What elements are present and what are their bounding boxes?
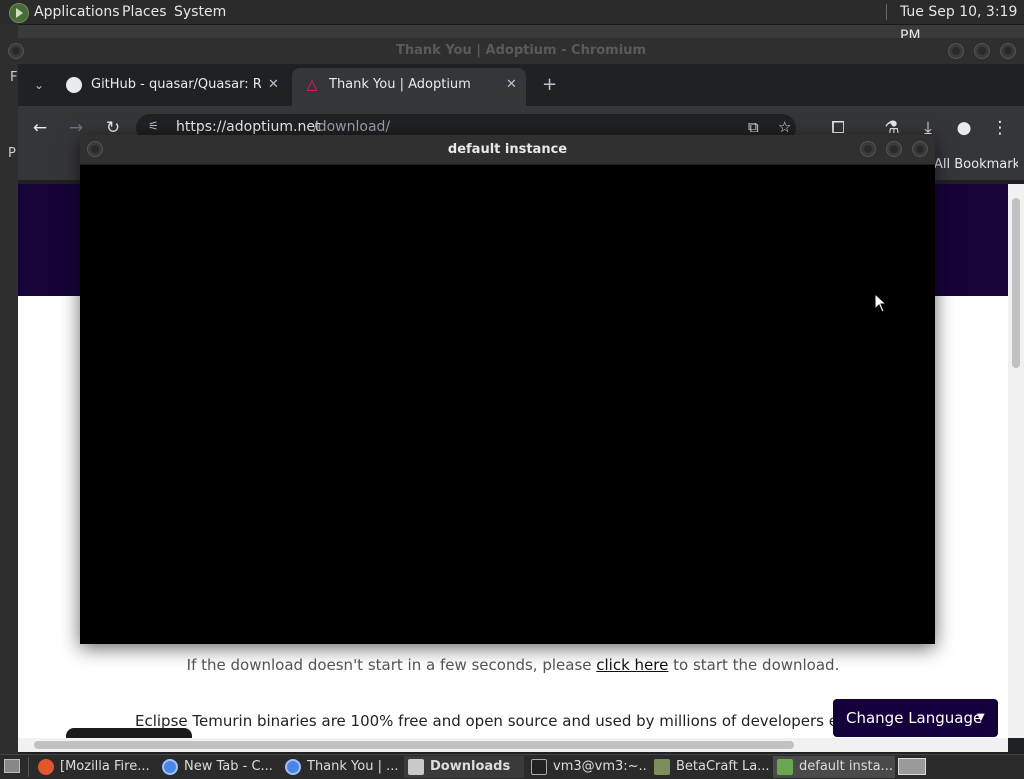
applications-logo-icon[interactable] — [9, 3, 29, 23]
taskbar: [Mozilla Fire... New Tab - C... Thank Yo… — [0, 754, 1024, 779]
profile-icon[interactable]: ● — [952, 106, 976, 150]
workspace-switcher[interactable] — [898, 758, 926, 775]
chromium-titlebar[interactable]: Thank You | Adoptium - Chromium — [8, 38, 1024, 64]
tab-search-chevron-icon[interactable]: ⌄ — [34, 64, 44, 106]
show-desktop-icon[interactable] — [4, 759, 20, 773]
instance-titlebar[interactable]: default instance — [80, 135, 935, 165]
taskbar-item-default-instance[interactable]: default insta... — [773, 756, 895, 778]
maximize-button[interactable] — [886, 141, 902, 157]
taskbar-item-new-tab[interactable]: New Tab - C... — [158, 756, 278, 778]
page-element-fragment — [66, 728, 192, 738]
new-tab-plus-icon[interactable]: + — [542, 64, 557, 106]
taskbar-item-thank-you[interactable]: Thank You | ... — [281, 756, 401, 778]
minecraft-icon — [777, 759, 793, 775]
taskbar-label: Thank You | ... — [307, 759, 399, 774]
bg-letter: P — [8, 146, 16, 161]
chromium-icon — [162, 759, 178, 775]
taskbar-label: Downloads — [430, 759, 511, 774]
minimize-button[interactable] — [948, 43, 964, 59]
site-info-icon[interactable]: ⚟ — [148, 119, 159, 133]
top-panel: Applications Places System Tue Sep 10, 3… — [0, 0, 1024, 44]
window-title: default instance — [447, 142, 568, 157]
close-tab-icon[interactable]: ✕ — [268, 64, 279, 106]
vertical-scroll-thumb[interactable] — [1012, 198, 1020, 368]
default-instance-window[interactable]: default instance — [80, 135, 935, 644]
chromium-icon — [285, 759, 301, 775]
tab-strip: ⌄ GitHub - quasar/Quasar: Rem ✕ △ Thank … — [18, 64, 1024, 106]
firefox-icon — [38, 759, 54, 775]
download-prefix: If the download doesn't start in a few s… — [186, 656, 597, 674]
bg-letter: F — [10, 70, 18, 85]
menu-system[interactable]: System — [174, 0, 226, 24]
tab-title: GitHub - quasar/Quasar: Rem — [91, 77, 261, 92]
url-host: https://adoptium.net — [176, 119, 321, 135]
close-tab-icon[interactable]: ✕ — [506, 64, 517, 106]
close-button[interactable] — [912, 141, 928, 157]
taskbar-label: New Tab - C... — [184, 759, 273, 774]
download-suffix: to start the download. — [668, 656, 840, 674]
taskbar-item-firefox[interactable]: [Mozilla Fire... — [34, 756, 154, 778]
back-arrow-icon[interactable]: ← — [28, 106, 52, 150]
taskbar-label: [Mozilla Fire... — [60, 759, 150, 774]
github-icon — [66, 77, 82, 93]
change-language-button[interactable]: Change Language ▼ — [833, 699, 998, 737]
tab-github[interactable]: GitHub - quasar/Quasar: Rem ✕ — [54, 68, 288, 106]
clock[interactable]: Tue Sep 10, 3:19 PM — [900, 0, 1024, 44]
caret-down-icon: ▼ — [977, 712, 985, 723]
close-button[interactable] — [1000, 43, 1016, 59]
panel-separator — [886, 4, 887, 20]
taskbar-item-downloads[interactable]: Downloads — [404, 756, 524, 778]
menu-places[interactable]: Places — [122, 0, 167, 24]
tab-adoptium-active[interactable]: △ Thank You | Adoptium ✕ — [292, 68, 526, 106]
url-path: /download/ — [313, 119, 391, 135]
menu-kebab-icon[interactable]: ⋮ — [988, 106, 1012, 150]
window-title: Thank You | Adoptium - Chromium — [396, 43, 646, 58]
temurin-description: Eclipse Temurin binaries are 100% free a… — [135, 712, 855, 730]
folder-icon — [408, 759, 424, 775]
taskbar-label: vm3@vm3:~... — [553, 759, 647, 774]
taskbar-item-betacraft[interactable]: BetaCraft La... — [650, 756, 770, 778]
install-app-icon[interactable]: ⧉ — [748, 118, 759, 136]
taskbar-label: BetaCraft La... — [676, 759, 770, 774]
click-here-link[interactable]: click here — [596, 656, 668, 674]
minimize-button[interactable] — [860, 141, 876, 157]
change-language-label: Change Language — [846, 709, 983, 727]
terminal-icon — [531, 759, 547, 775]
menu-applications[interactable]: Applications — [34, 0, 120, 24]
download-message: If the download doesn't start in a few s… — [18, 656, 1008, 674]
background-window-edge: F P — [0, 24, 18, 754]
taskbar-label: default insta... — [799, 759, 893, 774]
adoptium-icon: △ — [306, 77, 318, 93]
horizontal-scroll-thumb[interactable] — [34, 741, 794, 749]
bookmark-star-icon[interactable]: ☆ — [778, 118, 791, 136]
tab-title: Thank You | Adoptium — [329, 77, 471, 92]
mouse-cursor-icon — [874, 293, 888, 313]
betacraft-icon — [654, 759, 670, 775]
all-bookmarks-button[interactable]: All Bookmarks — [934, 157, 1018, 172]
maximize-button[interactable] — [974, 43, 990, 59]
taskbar-separator — [28, 757, 29, 777]
taskbar-item-terminal[interactable]: vm3@vm3:~... — [527, 756, 647, 778]
